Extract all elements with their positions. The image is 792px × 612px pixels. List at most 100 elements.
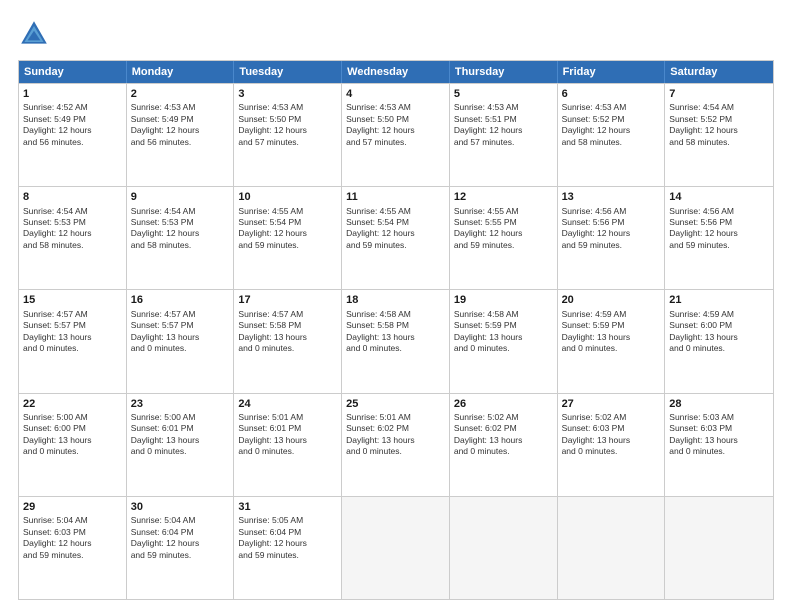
day-info: Sunrise: 5:04 AM Sunset: 6:04 PM Dayligh… [131,515,230,561]
calendar-row-5: 29Sunrise: 5:04 AM Sunset: 6:03 PM Dayli… [19,496,773,599]
calendar-day-23: 23Sunrise: 5:00 AM Sunset: 6:01 PM Dayli… [127,394,235,496]
logo-icon [18,18,50,50]
calendar-day-24: 24Sunrise: 5:01 AM Sunset: 6:01 PM Dayli… [234,394,342,496]
calendar-day-28: 28Sunrise: 5:03 AM Sunset: 6:03 PM Dayli… [665,394,773,496]
calendar-row-3: 15 Sunrise: 4:57 AM Sunset: 5:57 PM Dayli… [19,289,773,392]
calendar-day-19: 19 Sunrise: 4:58 AM Sunset: 5:59 PM Dayli… [450,290,558,392]
day-number: 4 [346,87,445,101]
header-day-saturday: Saturday [665,61,773,83]
day-number: 6 [562,87,661,101]
day-number: 28 [669,397,769,411]
day-number: 19 [454,293,553,307]
calendar-empty-cell [665,497,773,599]
header-day-tuesday: Tuesday [234,61,342,83]
calendar-empty-cell [450,497,558,599]
calendar-day-26: 26Sunrise: 5:02 AM Sunset: 6:02 PM Dayli… [450,394,558,496]
calendar-day-20: 20 Sunrise: 4:59 AM Sunset: 5:59 PM Dayli… [558,290,666,392]
logo [18,18,54,50]
day-info: Sunrise: 4:55 AM Sunset: 5:54 PM Dayligh… [238,206,337,252]
calendar-day-13: 13 Sunrise: 4:56 AM Sunset: 5:56 PM Dayli… [558,187,666,289]
calendar-empty-cell [558,497,666,599]
calendar-body: 1Sunrise: 4:52 AM Sunset: 5:49 PM Daylig… [19,83,773,599]
calendar-day-8: 8 Sunrise: 4:54 AM Sunset: 5:53 PM Daylig… [19,187,127,289]
calendar-day-30: 30Sunrise: 5:04 AM Sunset: 6:04 PM Dayli… [127,497,235,599]
day-info: Sunrise: 4:53 AM Sunset: 5:52 PM Dayligh… [562,102,661,148]
calendar-empty-cell [342,497,450,599]
day-number: 8 [23,190,122,204]
day-info: Sunrise: 4:56 AM Sunset: 5:56 PM Dayligh… [562,206,661,252]
day-info: Sunrise: 4:53 AM Sunset: 5:50 PM Dayligh… [238,102,337,148]
calendar-day-2: 2Sunrise: 4:53 AM Sunset: 5:49 PM Daylig… [127,84,235,186]
day-info: Sunrise: 4:55 AM Sunset: 5:54 PM Dayligh… [346,206,445,252]
calendar-day-6: 6Sunrise: 4:53 AM Sunset: 5:52 PM Daylig… [558,84,666,186]
day-number: 24 [238,397,337,411]
header-day-sunday: Sunday [19,61,127,83]
day-info: Sunrise: 5:05 AM Sunset: 6:04 PM Dayligh… [238,515,337,561]
day-number: 20 [562,293,661,307]
day-info: Sunrise: 4:58 AM Sunset: 5:59 PM Dayligh… [454,309,553,355]
calendar-day-11: 11 Sunrise: 4:55 AM Sunset: 5:54 PM Dayli… [342,187,450,289]
day-info: Sunrise: 5:03 AM Sunset: 6:03 PM Dayligh… [669,412,769,458]
calendar-day-15: 15 Sunrise: 4:57 AM Sunset: 5:57 PM Dayli… [19,290,127,392]
day-number: 15 [23,293,122,307]
day-number: 25 [346,397,445,411]
calendar-day-1: 1Sunrise: 4:52 AM Sunset: 5:49 PM Daylig… [19,84,127,186]
calendar-row-2: 8 Sunrise: 4:54 AM Sunset: 5:53 PM Daylig… [19,186,773,289]
header-day-wednesday: Wednesday [342,61,450,83]
calendar-header: SundayMondayTuesdayWednesdayThursdayFrid… [19,61,773,83]
day-info: Sunrise: 4:52 AM Sunset: 5:49 PM Dayligh… [23,102,122,148]
day-info: Sunrise: 4:53 AM Sunset: 5:51 PM Dayligh… [454,102,553,148]
day-info: Sunrise: 5:02 AM Sunset: 6:03 PM Dayligh… [562,412,661,458]
day-number: 17 [238,293,337,307]
calendar-day-12: 12 Sunrise: 4:55 AM Sunset: 5:55 PM Dayli… [450,187,558,289]
day-number: 10 [238,190,337,204]
day-number: 1 [23,87,122,101]
day-number: 9 [131,190,230,204]
calendar-day-22: 22Sunrise: 5:00 AM Sunset: 6:00 PM Dayli… [19,394,127,496]
day-number: 27 [562,397,661,411]
calendar-day-9: 9 Sunrise: 4:54 AM Sunset: 5:53 PM Daylig… [127,187,235,289]
day-info: Sunrise: 5:02 AM Sunset: 6:02 PM Dayligh… [454,412,553,458]
calendar-row-1: 1Sunrise: 4:52 AM Sunset: 5:49 PM Daylig… [19,83,773,186]
calendar-day-10: 10 Sunrise: 4:55 AM Sunset: 5:54 PM Dayli… [234,187,342,289]
day-number: 12 [454,190,553,204]
day-number: 23 [131,397,230,411]
day-info: Sunrise: 4:54 AM Sunset: 5:53 PM Dayligh… [131,206,230,252]
calendar-day-4: 4Sunrise: 4:53 AM Sunset: 5:50 PM Daylig… [342,84,450,186]
day-info: Sunrise: 4:56 AM Sunset: 5:56 PM Dayligh… [669,206,769,252]
calendar-day-18: 18Sunrise: 4:58 AM Sunset: 5:58 PM Dayli… [342,290,450,392]
header-day-thursday: Thursday [450,61,558,83]
day-number: 21 [669,293,769,307]
calendar-day-29: 29Sunrise: 5:04 AM Sunset: 6:03 PM Dayli… [19,497,127,599]
day-info: Sunrise: 4:57 AM Sunset: 5:57 PM Dayligh… [131,309,230,355]
day-number: 7 [669,87,769,101]
day-info: Sunrise: 4:59 AM Sunset: 5:59 PM Dayligh… [562,309,661,355]
calendar: SundayMondayTuesdayWednesdayThursdayFrid… [18,60,774,600]
day-info: Sunrise: 4:58 AM Sunset: 5:58 PM Dayligh… [346,309,445,355]
day-info: Sunrise: 5:01 AM Sunset: 6:02 PM Dayligh… [346,412,445,458]
calendar-day-17: 17 Sunrise: 4:57 AM Sunset: 5:58 PM Dayli… [234,290,342,392]
day-info: Sunrise: 5:04 AM Sunset: 6:03 PM Dayligh… [23,515,122,561]
day-info: Sunrise: 4:57 AM Sunset: 5:57 PM Dayligh… [23,309,122,355]
header-day-monday: Monday [127,61,235,83]
day-info: Sunrise: 4:54 AM Sunset: 5:53 PM Dayligh… [23,206,122,252]
day-info: Sunrise: 4:53 AM Sunset: 5:50 PM Dayligh… [346,102,445,148]
calendar-row-4: 22Sunrise: 5:00 AM Sunset: 6:00 PM Dayli… [19,393,773,496]
day-number: 2 [131,87,230,101]
day-number: 14 [669,190,769,204]
day-info: Sunrise: 4:54 AM Sunset: 5:52 PM Dayligh… [669,102,769,148]
header [18,18,774,50]
day-number: 13 [562,190,661,204]
calendar-day-25: 25Sunrise: 5:01 AM Sunset: 6:02 PM Dayli… [342,394,450,496]
calendar-day-14: 14 Sunrise: 4:56 AM Sunset: 5:56 PM Dayli… [665,187,773,289]
calendar-day-21: 21 Sunrise: 4:59 AM Sunset: 6:00 PM Dayli… [665,290,773,392]
calendar-day-5: 5Sunrise: 4:53 AM Sunset: 5:51 PM Daylig… [450,84,558,186]
calendar-day-16: 16Sunrise: 4:57 AM Sunset: 5:57 PM Dayli… [127,290,235,392]
day-number: 5 [454,87,553,101]
day-info: Sunrise: 4:55 AM Sunset: 5:55 PM Dayligh… [454,206,553,252]
day-number: 22 [23,397,122,411]
day-info: Sunrise: 4:59 AM Sunset: 6:00 PM Dayligh… [669,309,769,355]
day-number: 30 [131,500,230,514]
day-info: Sunrise: 4:57 AM Sunset: 5:58 PM Dayligh… [238,309,337,355]
day-number: 11 [346,190,445,204]
